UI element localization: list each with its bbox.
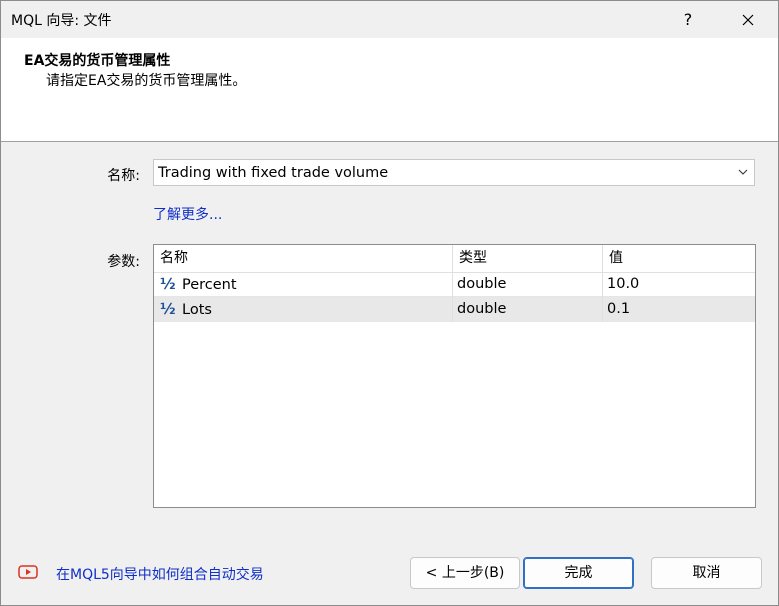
help-icon: ? [683, 10, 693, 29]
header-subtitle: 请指定EA交易的货币管理属性。 [46, 73, 247, 89]
close-button[interactable] [725, 1, 771, 38]
param-name: Lots [182, 302, 212, 318]
cancel-button[interactable]: 取消 [651, 557, 762, 589]
table-row[interactable]: ½ Lots double 0.1 [154, 297, 755, 322]
param-name: Percent [182, 277, 237, 293]
video-tutorial-link[interactable]: 在MQL5向导中如何组合自动交易 [56, 564, 264, 584]
fraction-type-icon: ½ [160, 275, 176, 293]
name-label: 名称: [107, 168, 140, 184]
param-value-cell[interactable]: 10.0 [603, 272, 755, 297]
help-button[interactable]: ? [665, 1, 711, 38]
param-name-cell: ½ Percent [154, 272, 453, 297]
mql-wizard-window: MQL 向导: 文件 ? EA交易的货币管理属性 请指定EA交易的货币管理属性。… [0, 0, 779, 606]
param-type-cell: double [453, 272, 603, 297]
table-header: 名称 类型 值 [154, 245, 755, 273]
param-name-cell: ½ Lots [154, 297, 453, 322]
header-title: EA交易的货币管理属性 [24, 53, 171, 69]
finish-button[interactable]: 完成 [523, 557, 634, 589]
table-row[interactable]: ½ Percent double 10.0 [154, 272, 755, 297]
column-header-value[interactable]: 值 [603, 245, 755, 272]
params-label: 参数: [107, 254, 140, 270]
chevron-down-icon [738, 169, 748, 175]
fraction-type-icon: ½ [160, 300, 176, 318]
param-value-cell[interactable]: 0.1 [603, 297, 755, 322]
video-icon[interactable] [18, 564, 38, 580]
column-header-type[interactable]: 类型 [453, 245, 603, 272]
money-management-select[interactable]: Trading with fixed trade volume [153, 159, 755, 186]
close-icon [742, 14, 754, 25]
title-bar: MQL 向导: 文件 ? [1, 1, 778, 38]
back-button[interactable]: < 上一步(B) [410, 557, 520, 589]
param-type-cell: double [453, 297, 603, 322]
selected-option: Trading with fixed trade volume [158, 165, 389, 181]
parameters-table[interactable]: 名称 类型 值 ½ Percent double 10.0 ½ Lots doubl… [153, 244, 756, 508]
window-title: MQL 向导: 文件 [11, 13, 112, 29]
learn-more-link[interactable]: 了解更多... [153, 204, 222, 224]
column-header-name[interactable]: 名称 [154, 245, 453, 272]
wizard-header: EA交易的货币管理属性 请指定EA交易的货币管理属性。 [1, 38, 778, 142]
